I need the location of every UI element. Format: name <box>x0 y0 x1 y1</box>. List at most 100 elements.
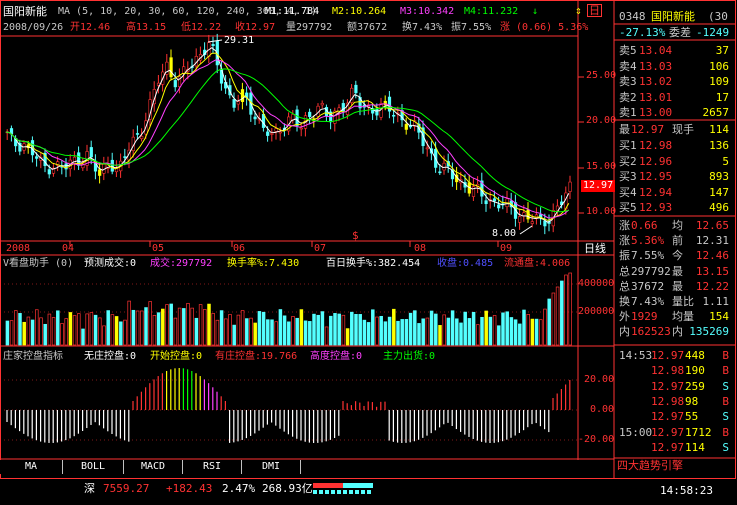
stat-label-2: 均量 <box>672 310 694 324</box>
volume-bar <box>450 310 455 346</box>
tick-price: 12.98 <box>651 394 685 408</box>
volume-bar <box>18 313 22 346</box>
ask-row: 卖1 13.00 2657 <box>617 105 735 120</box>
volume-bar <box>257 311 262 346</box>
last-label: 最 <box>619 123 630 136</box>
quote-extra: (30 <box>708 10 728 23</box>
ask-row: 卖3 13.02 109 <box>617 74 735 89</box>
period-label[interactable]: 日线 <box>584 242 606 255</box>
candle-body <box>354 84 358 94</box>
dealer-tick-neg20: -20.00 <box>578 434 615 445</box>
candle-body <box>98 169 102 176</box>
stat-row: 换 7.43% 量比 1.11 <box>617 294 735 309</box>
candle-body <box>211 44 215 46</box>
volume-bar <box>341 314 346 346</box>
volume-bar <box>43 323 47 346</box>
current-hand: 114 <box>709 123 729 136</box>
ma4-line <box>5 68 569 213</box>
volume-bar <box>89 312 94 346</box>
tab-boll[interactable]: BOLL <box>63 460 124 474</box>
stat-value: 0.66 <box>631 219 658 232</box>
candle-body <box>236 101 240 105</box>
market-label: 深 <box>84 482 95 495</box>
volume-bar <box>287 321 291 346</box>
volume-bar <box>518 323 522 346</box>
sell-label: 卖2 <box>619 90 637 104</box>
volume-bar <box>358 314 362 346</box>
volume-bar <box>106 310 110 346</box>
candle-body <box>110 159 114 172</box>
buy-label: 买4 <box>619 185 637 199</box>
sell-price: 13.00 <box>639 106 673 119</box>
volume-bar <box>425 317 430 346</box>
window-toggle-icon[interactable]: 日 <box>587 4 602 17</box>
candle-body <box>253 116 257 120</box>
tab-dmi[interactable]: DMI <box>242 460 301 474</box>
volume-bar <box>362 319 367 346</box>
volume-bar <box>337 313 341 346</box>
tick-price: 12.98 <box>651 364 685 378</box>
stat-label: 总 <box>619 264 630 278</box>
open-value: 开12.46 <box>70 22 111 33</box>
main-exit-label: 主力出货:0 <box>383 351 436 362</box>
volume-bar <box>404 319 409 346</box>
volume-bar <box>161 308 165 346</box>
engine-footer[interactable]: 四大趋势引擎 <box>617 459 683 472</box>
sell-price: 13.01 <box>639 90 673 104</box>
dealer-panel-title: 庄家控盘指标 <box>3 351 63 362</box>
low-marker-line <box>519 225 533 235</box>
volume-bar <box>446 317 451 346</box>
tab-rsi[interactable]: RSI <box>183 460 242 474</box>
candle-body <box>530 221 534 224</box>
volume-bar <box>47 313 52 346</box>
ma1-value: M1:11.784 <box>265 6 320 17</box>
volume-bar <box>421 318 425 346</box>
volume-tick-400k: 400000 <box>578 278 615 289</box>
tick-side: S <box>722 410 729 424</box>
stat-value: 5.36% <box>631 234 665 248</box>
candle-body <box>72 156 77 164</box>
forecast-volume: 预测成交:0 <box>84 258 137 269</box>
candle-body <box>169 57 173 78</box>
volume-bar <box>228 314 232 346</box>
candle-body <box>543 220 547 227</box>
volume-bar <box>77 313 81 346</box>
volume-bar <box>26 316 31 346</box>
profit-chips-label: 收盘:0.485 <box>437 258 494 269</box>
volume-bar <box>215 319 220 346</box>
tick-side: B <box>722 425 729 439</box>
low-value: 低12.22 <box>181 22 222 33</box>
volume-bar <box>14 310 18 346</box>
volume-bar <box>534 318 539 346</box>
volume-bar <box>156 312 161 346</box>
volume-bar <box>345 328 350 346</box>
candle-body <box>299 127 303 130</box>
volume-bar <box>203 309 207 346</box>
index-pct: 2.47% <box>222 482 256 495</box>
tab-macd[interactable]: MACD <box>124 460 183 474</box>
commission-diff: -1249 <box>696 26 730 39</box>
volume-bar <box>459 322 463 346</box>
amplitude-value: 振7.55% <box>451 22 492 33</box>
sell-volume: 17 <box>715 90 729 104</box>
buy-label: 买2 <box>619 154 637 168</box>
sell-price: 13.04 <box>639 44 673 57</box>
volume-bar <box>182 308 186 346</box>
buy-label: 买3 <box>619 170 637 183</box>
volume-bar <box>295 317 299 346</box>
sell-price: 13.02 <box>639 75 673 88</box>
volume-bar <box>219 310 224 346</box>
volume-bar <box>249 317 253 346</box>
buy-volume: 136 <box>709 139 729 152</box>
volume-bar <box>93 314 98 346</box>
tab-ma[interactable]: MA <box>0 460 63 474</box>
current-hand-label: 现手 <box>672 123 694 136</box>
candle-body <box>295 109 299 126</box>
current-price-tag: 12.97 <box>581 180 616 192</box>
volume-bar <box>442 314 446 346</box>
lock-icon[interactable]: ⇕ <box>575 4 582 17</box>
stat-value: 162523 <box>631 325 671 339</box>
buy-price: 12.98 <box>639 139 673 152</box>
volume-bar <box>497 325 501 346</box>
volume-bar <box>408 312 413 346</box>
